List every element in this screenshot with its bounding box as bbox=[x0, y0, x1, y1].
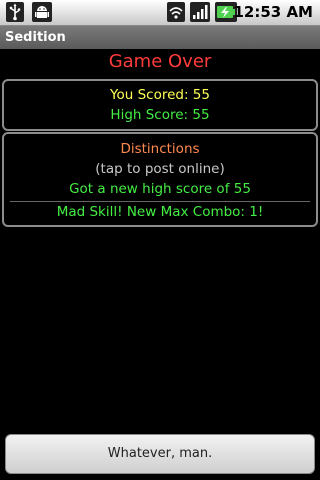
distinction-item: Mad Skill! New Max Combo: 1! bbox=[56, 204, 264, 220]
signal-icon bbox=[190, 2, 210, 26]
usb-icon bbox=[6, 2, 24, 26]
dismiss-button[interactable]: Whatever, man. bbox=[5, 434, 315, 474]
distinction-item: Got a new high score of 55 bbox=[69, 181, 251, 197]
status-bar: 12:53 AM bbox=[0, 0, 320, 26]
distinctions-title: Distinctions bbox=[120, 141, 200, 157]
high-score-text: High Score: 55 bbox=[110, 107, 210, 123]
score-panel: You Scored: 55 High Score: 55 bbox=[2, 79, 318, 131]
wifi-icon bbox=[167, 2, 185, 26]
divider bbox=[10, 201, 310, 202]
app-title-bar: Sedition bbox=[0, 26, 320, 49]
distinctions-hint: (tap to post online) bbox=[95, 161, 225, 177]
you-scored-text: You Scored: 55 bbox=[110, 87, 210, 103]
status-time: 12:53 AM bbox=[233, 3, 313, 21]
game-over-heading: Game Over bbox=[108, 51, 212, 72]
android-debug-icon bbox=[32, 2, 52, 26]
app-title: Sedition bbox=[5, 30, 66, 45]
distinctions-panel[interactable]: Distinctions (tap to post online) Got a … bbox=[2, 132, 318, 227]
